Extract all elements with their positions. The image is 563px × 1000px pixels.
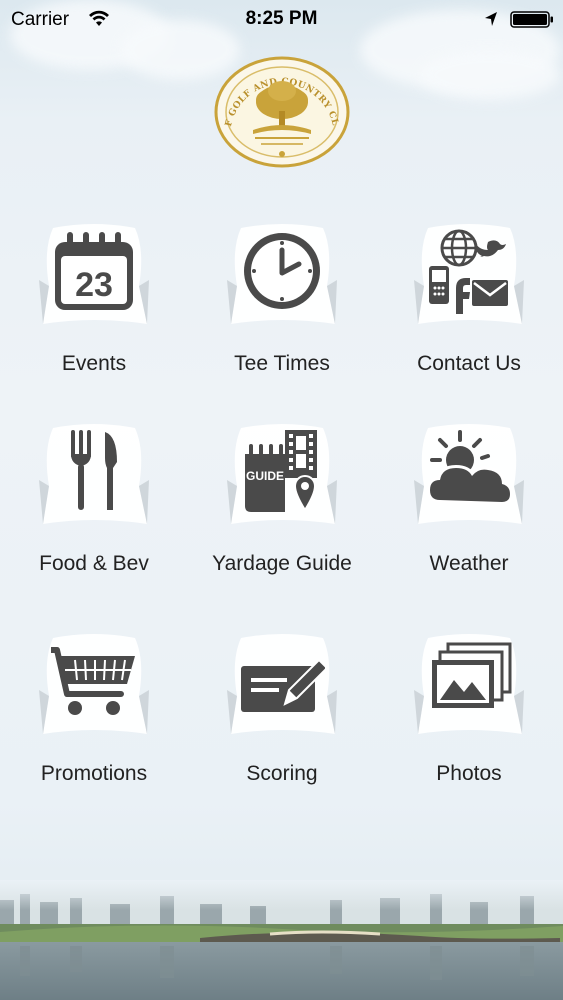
tile-promotions[interactable]: Promotions: [0, 620, 188, 810]
tile-label: Photos: [436, 762, 502, 785]
tile-label: Scoring: [246, 762, 318, 785]
calendar-icon: 23: [55, 232, 133, 310]
tile-food-bev[interactable]: Food & Bev: [0, 410, 188, 600]
tile-contact-us[interactable]: Contact Us: [375, 210, 563, 400]
tile-scoring[interactable]: Scoring: [188, 620, 376, 810]
guide-icon: GUIDE: [245, 430, 317, 512]
tile-label: Promotions: [40, 762, 148, 785]
tile-tee-times[interactable]: Tee Times: [188, 210, 376, 400]
club-logo: DLF GOLF AND COUNTRY CLUB: [213, 56, 350, 168]
tile-photos[interactable]: Photos: [375, 620, 563, 810]
golf-course-landscape: [0, 880, 563, 1000]
weather-icon: [426, 430, 512, 506]
scorecard-icon: [241, 658, 325, 712]
tile-label: Food & Bev: [39, 552, 149, 575]
tile-label: Yardage Guide: [212, 552, 352, 575]
tile-events[interactable]: 23 Events: [0, 210, 188, 400]
battery-icon: [510, 11, 553, 28]
tile-label: Contact Us: [417, 352, 521, 375]
photos-icon: [432, 642, 512, 708]
contact-icon: [429, 229, 508, 314]
status-bar: Carrier 8:25 PM: [0, 0, 563, 40]
tile-label: Tee Times: [234, 352, 330, 375]
tile-label: Events: [61, 352, 127, 375]
calendar-day: 23: [75, 266, 113, 304]
tile-label: Weather: [429, 552, 509, 575]
cart-icon: [51, 647, 135, 715]
guide-text: GUIDE: [246, 469, 284, 483]
fork-knife-icon: [71, 430, 117, 510]
clock-time: 8:25 PM: [245, 8, 318, 29]
clock-icon: [244, 233, 320, 309]
tile-weather[interactable]: Weather: [375, 410, 563, 600]
tile-yardage-guide[interactable]: GUIDE Yardage Guide: [188, 410, 376, 600]
location-arrow-icon: [485, 12, 497, 26]
